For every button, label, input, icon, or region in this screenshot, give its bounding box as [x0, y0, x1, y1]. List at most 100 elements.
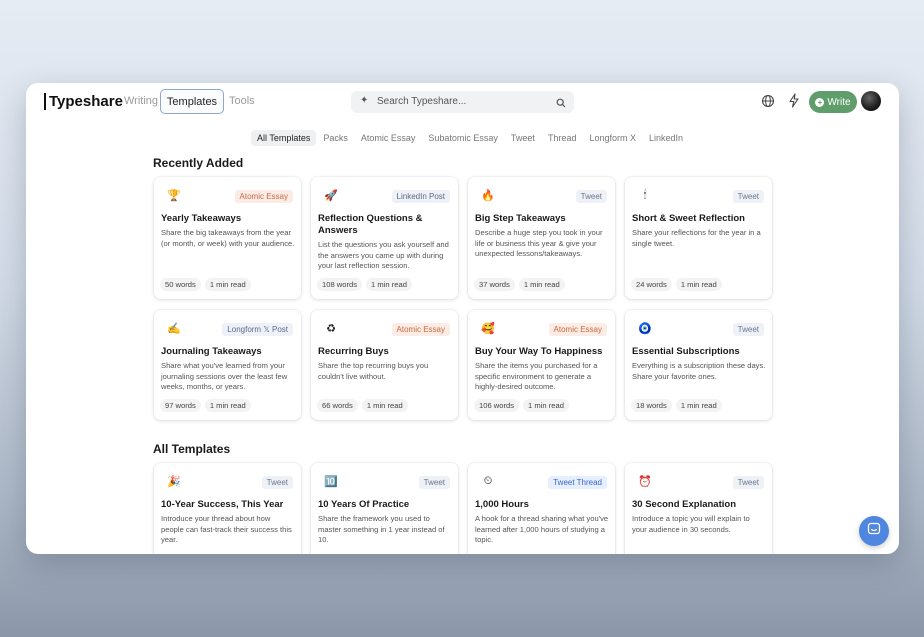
read-time: 1 min read	[204, 399, 251, 412]
word-count: 66 words	[317, 399, 358, 412]
template-card[interactable]: 🚀 LinkedIn Post Reflection Questions & A…	[311, 177, 458, 299]
alarm-clock-icon: ⏰	[638, 476, 652, 488]
word-count: 106 words	[474, 399, 520, 412]
card-description: Describe a huge step you took in your li…	[475, 228, 603, 258]
globe-icon[interactable]	[761, 94, 775, 113]
card-title: 30 Second Explanation	[632, 499, 736, 510]
card-meta: 106 words 1 min read	[474, 399, 569, 412]
type-badge: Tweet	[732, 190, 764, 203]
template-card[interactable]: 🧿 Tweet Essential Subscriptions Everythi…	[625, 310, 772, 420]
lightning-icon[interactable]	[788, 93, 800, 113]
nav-templates[interactable]: Templates	[160, 89, 224, 114]
card-meta: 50 words 1 min read	[160, 278, 251, 291]
card-description: Share the items you purchased for a spec…	[475, 361, 598, 391]
type-badge: Tweet Thread	[548, 476, 607, 489]
logo[interactable]: Typeshare	[44, 93, 123, 110]
template-card[interactable]: 🕯 Tweet Short & Sweet Reflection Share y…	[625, 177, 772, 299]
smiling-hearts-icon: 🥰	[481, 323, 495, 335]
card-description: Share the big takeaways from the year (o…	[161, 228, 295, 248]
template-card[interactable]: 🥰 Atomic Essay Buy Your Way To Happiness…	[468, 310, 615, 420]
word-count: 37 words	[474, 278, 515, 291]
card-title: Recurring Buys	[318, 346, 389, 357]
template-card[interactable]: 🔥 Tweet Big Step Takeaways Describe a hu…	[468, 177, 615, 299]
read-time: 1 min read	[204, 278, 251, 291]
recycle-icon: ♻	[326, 323, 336, 335]
section-title-recent: Recently Added	[153, 156, 244, 170]
nav-writing[interactable]: Writing	[124, 95, 158, 107]
filter-linkedin[interactable]: LinkedIn	[643, 130, 689, 146]
card-meta: 37 words 1 min read	[474, 278, 565, 291]
filter-tweet[interactable]: Tweet	[505, 130, 541, 146]
section-title-all: All Templates	[153, 442, 231, 456]
search-input[interactable]: ✦ Search Typeshare...	[351, 91, 574, 113]
card-title: Journaling Takeaways	[161, 346, 262, 357]
template-card[interactable]: 🏆 Atomic Essay Yearly Takeaways Share th…	[154, 177, 301, 299]
plus-icon: +	[815, 97, 825, 107]
word-count: 24 words	[631, 278, 672, 291]
card-description: Introduce a topic you will explain to yo…	[632, 514, 750, 534]
card-meta: 97 words 1 min read	[160, 399, 251, 412]
template-card[interactable]: 🎉 Tweet 10-Year Success, This Year Intro…	[154, 463, 301, 554]
filter-subatomic-essay[interactable]: Subatomic Essay	[422, 130, 504, 146]
timer-icon: ⏲	[483, 475, 493, 487]
type-badge: Atomic Essay	[548, 323, 607, 336]
sparkle-icon: ✦	[360, 95, 369, 106]
card-description: Introduce your thread about how people c…	[161, 514, 292, 544]
chat-button[interactable]	[859, 516, 889, 546]
read-time: 1 min read	[675, 399, 722, 412]
filter-longform-x[interactable]: Longform X	[583, 130, 642, 146]
filter-all-templates[interactable]: All Templates	[251, 130, 317, 146]
template-card[interactable]: ♻ Atomic Essay Recurring Buys Share the …	[311, 310, 458, 420]
card-title: Short & Sweet Reflection	[632, 213, 745, 224]
nazar-icon: 🧿	[638, 323, 652, 335]
type-badge: Tweet	[732, 476, 764, 489]
party-popper-icon: 🎉	[167, 476, 181, 488]
write-button[interactable]: + Write	[809, 91, 857, 113]
word-count: 50 words	[160, 278, 201, 291]
filter-atomic-essay[interactable]: Atomic Essay	[355, 130, 422, 146]
card-meta: 108 words 1 min read	[317, 278, 412, 291]
filter-thread[interactable]: Thread	[542, 130, 583, 146]
card-meta: 66 words 1 min read	[317, 399, 408, 412]
type-badge: Tweet	[261, 476, 293, 489]
type-badge: Tweet	[575, 190, 607, 203]
template-card[interactable]: 🔟 Tweet 10 Years Of Practice Share the f…	[311, 463, 458, 554]
card-meta: 24 words 1 min read	[631, 278, 722, 291]
card-title: Yearly Takeaways	[161, 213, 242, 224]
search-icon	[556, 95, 566, 113]
candle-icon: 🕯	[643, 189, 647, 201]
card-title: Reflection Questions & Answers	[318, 213, 423, 236]
keycap-ten-icon: 🔟	[324, 476, 338, 488]
card-description: List the questions you ask yourself and …	[318, 240, 449, 270]
type-badge: Atomic Essay	[234, 190, 293, 203]
card-title: 1,000 Hours	[475, 499, 529, 510]
filter-packs[interactable]: Packs	[317, 130, 354, 146]
avatar[interactable]	[861, 91, 881, 111]
writing-hand-icon: ✍	[167, 323, 181, 335]
card-description: Share the top recurring buys you couldn'…	[318, 361, 429, 381]
read-time: 1 min read	[366, 278, 412, 291]
card-description: Share your reflections for the year in a…	[632, 228, 761, 248]
read-time: 1 min read	[523, 399, 569, 412]
template-card[interactable]: ⏰ Tweet 30 Second Explanation Introduce …	[625, 463, 772, 554]
fire-icon: 🔥	[481, 190, 495, 202]
card-title: Big Step Takeaways	[475, 213, 566, 224]
trophy-icon: 🏆	[167, 190, 181, 202]
card-description: Share the framework you used to master s…	[318, 514, 445, 544]
filter-tabs: All Templates Packs Atomic Essay Subatom…	[251, 130, 690, 146]
card-description: Everything is a subscription these days.…	[632, 361, 766, 381]
top-bar: Typeshare Writing Templates Tools ✦ Sear…	[26, 83, 899, 121]
nav-tools[interactable]: Tools	[229, 95, 255, 107]
rocket-icon: 🚀	[324, 190, 338, 202]
card-meta: 18 words 1 min read	[631, 399, 722, 412]
card-title: Essential Subscriptions	[632, 346, 740, 357]
search-placeholder: Search Typeshare...	[377, 96, 467, 107]
template-card[interactable]: ✍ Longform 𝕏 Post Journaling Takeaways S…	[154, 310, 301, 420]
read-time: 1 min read	[675, 278, 722, 291]
card-description: A hook for a thread sharing what you've …	[475, 514, 609, 544]
template-card[interactable]: ⏲ Tweet Thread 1,000 Hours A hook for a …	[468, 463, 615, 554]
app-window: Typeshare Writing Templates Tools ✦ Sear…	[26, 83, 899, 554]
word-count: 108 words	[317, 278, 363, 291]
read-time: 1 min read	[361, 399, 408, 412]
card-title: 10 Years Of Practice	[318, 499, 410, 510]
